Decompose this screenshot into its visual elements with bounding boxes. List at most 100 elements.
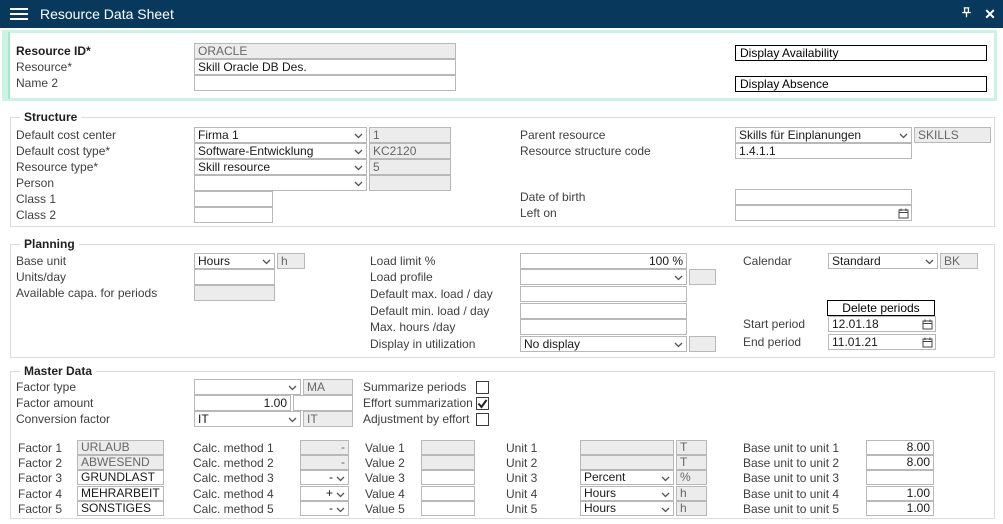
hamburger-menu-icon[interactable] bbox=[10, 8, 28, 23]
value4-field[interactable] bbox=[421, 486, 475, 501]
resource-id-label: Resource ID* bbox=[16, 43, 91, 59]
unit4-dropdown[interactable]: Hours bbox=[580, 486, 674, 501]
display-utilization-dropdown[interactable]: No display bbox=[520, 336, 687, 352]
value3-field[interactable] bbox=[421, 470, 475, 485]
chevron-down-icon bbox=[354, 181, 363, 187]
chevron-down-icon bbox=[899, 133, 908, 139]
chevron-down-icon bbox=[262, 259, 271, 265]
parent-resource-dropdown[interactable]: Skills für Einplanungen bbox=[735, 127, 912, 143]
max-hours-field[interactable] bbox=[520, 319, 687, 335]
cost-center-dropdown[interactable]: Firma 1 bbox=[194, 127, 367, 143]
chevron-down-icon bbox=[336, 492, 345, 498]
calendar-dropdown[interactable]: Standard bbox=[828, 253, 938, 269]
default-max-load-field[interactable] bbox=[520, 286, 687, 302]
value5-label: Value 5 bbox=[365, 501, 405, 517]
base-unit-to-unit2-label: Base unit to unit 2 bbox=[743, 455, 839, 471]
calc-method4-dropdown[interactable]: + bbox=[300, 486, 349, 501]
chevron-down-icon bbox=[354, 165, 363, 171]
base-unit-to-unit5-field[interactable]: 1.00 bbox=[866, 501, 934, 516]
pin-icon[interactable] bbox=[958, 6, 974, 22]
resource-label: Resource* bbox=[16, 59, 72, 75]
delete-periods-button[interactable]: Delete periods bbox=[827, 300, 935, 316]
calendar-icon[interactable] bbox=[922, 319, 933, 330]
person-dropdown[interactable] bbox=[194, 175, 367, 191]
factor5-label: Factor 5 bbox=[18, 501, 62, 517]
structure-section-title: Structure bbox=[20, 110, 81, 124]
factor3-field[interactable]: GRUNDLAST bbox=[77, 470, 164, 485]
display-absence-button[interactable]: Display Absence bbox=[735, 76, 987, 92]
chevron-down-icon bbox=[661, 507, 670, 513]
class1-field[interactable] bbox=[194, 191, 273, 207]
base-unit-code-field: h bbox=[277, 253, 305, 269]
effort-summarization-checkbox[interactable] bbox=[476, 397, 489, 410]
base-unit-to-unit3-label: Base unit to unit 3 bbox=[743, 470, 839, 486]
person-label: Person bbox=[16, 175, 54, 191]
value5-field[interactable] bbox=[421, 501, 475, 516]
unit3-dropdown[interactable]: Percent bbox=[580, 470, 674, 485]
units-day-field[interactable] bbox=[194, 269, 275, 285]
unit5-dropdown[interactable]: Hours bbox=[580, 501, 674, 516]
load-profile-dropdown[interactable] bbox=[520, 269, 687, 285]
start-period-field[interactable]: 12.01.18 bbox=[828, 316, 936, 332]
display-utilization-label: Display in utilization bbox=[370, 336, 475, 352]
resource-name-field[interactable]: Skill Oracle DB Des. bbox=[194, 59, 456, 75]
factor4-field[interactable]: MEHRARBEIT bbox=[77, 486, 164, 501]
load-limit-field[interactable]: 100 % bbox=[520, 253, 687, 269]
class2-field[interactable] bbox=[194, 207, 273, 223]
cost-type-dropdown[interactable]: Software-Entwicklung bbox=[194, 143, 367, 159]
cost-center-code-field: 1 bbox=[369, 127, 451, 143]
calendar-icon[interactable] bbox=[922, 337, 933, 348]
factor-amount-field[interactable]: 1.00 bbox=[194, 395, 291, 411]
chevron-down-icon bbox=[925, 259, 934, 265]
structure-code-field[interactable]: 1.4.1.1 bbox=[735, 143, 912, 159]
unit4-label: Unit 4 bbox=[506, 486, 537, 502]
default-min-load-label: Default min. load / day bbox=[370, 303, 489, 319]
base-unit-label: Base unit bbox=[16, 253, 66, 269]
calendar-icon[interactable] bbox=[898, 208, 909, 219]
factor2-label: Factor 2 bbox=[18, 455, 62, 471]
summarize-periods-checkbox[interactable] bbox=[476, 381, 489, 394]
load-limit-label: Load limit % bbox=[370, 253, 435, 269]
chevron-down-icon bbox=[354, 133, 363, 139]
default-min-load-field[interactable] bbox=[520, 303, 687, 319]
factor-type-label: Factor type bbox=[16, 379, 76, 395]
calc-method1-field: - bbox=[300, 440, 349, 455]
date-of-birth-field[interactable] bbox=[735, 189, 912, 205]
title-bar: Resource Data Sheet ✕ bbox=[0, 0, 1003, 28]
value1-label: Value 1 bbox=[365, 440, 405, 456]
window-title: Resource Data Sheet bbox=[40, 6, 174, 22]
unit3-code-field: % bbox=[676, 470, 707, 485]
factor-type-dropdown[interactable] bbox=[194, 379, 301, 395]
base-unit-to-unit1-field[interactable]: 8.00 bbox=[866, 440, 934, 455]
chevron-down-icon bbox=[661, 492, 670, 498]
resource-data-sheet-window: Resource Data Sheet ✕ Resource ID* Resou… bbox=[0, 0, 1003, 524]
calc-method4-label: Calc. method 4 bbox=[193, 486, 274, 502]
available-capa-label: Available capa. for periods bbox=[16, 285, 157, 301]
chevron-down-icon bbox=[674, 275, 683, 281]
calc-method5-dropdown[interactable]: - bbox=[300, 501, 349, 516]
adjustment-by-effort-checkbox[interactable] bbox=[476, 413, 489, 426]
unit2-field bbox=[580, 455, 674, 470]
unit5-code-field: h bbox=[676, 501, 707, 516]
resource-id-field: ORACLE bbox=[194, 43, 456, 59]
base-unit-to-unit2-field[interactable]: 8.00 bbox=[866, 455, 934, 470]
default-max-load-label: Default max. load / day bbox=[370, 286, 493, 302]
display-availability-button[interactable]: Display Availability bbox=[735, 45, 987, 61]
value4-label: Value 4 bbox=[365, 486, 405, 502]
end-period-field[interactable]: 11.01.21 bbox=[828, 334, 936, 350]
factor5-field[interactable]: SONSTIGES bbox=[77, 501, 164, 516]
close-icon[interactable]: ✕ bbox=[982, 6, 998, 22]
resource-type-dropdown[interactable]: Skill resource bbox=[194, 159, 367, 175]
cost-center-label: Default cost center bbox=[16, 127, 116, 143]
parent-resource-label: Parent resource bbox=[520, 127, 605, 143]
calendar-code-field: BK bbox=[940, 253, 978, 269]
calendar-label: Calendar bbox=[743, 253, 792, 269]
base-unit-to-unit3-field[interactable] bbox=[866, 470, 934, 485]
conversion-factor-dropdown[interactable]: IT bbox=[194, 411, 301, 427]
calc-method2-label: Calc. method 2 bbox=[193, 455, 274, 471]
base-unit-dropdown[interactable]: Hours bbox=[194, 253, 275, 269]
base-unit-to-unit4-field[interactable]: 1.00 bbox=[866, 486, 934, 501]
name2-field[interactable] bbox=[194, 75, 456, 91]
calc-method3-dropdown[interactable]: - bbox=[300, 470, 349, 485]
left-on-field[interactable] bbox=[735, 205, 912, 221]
